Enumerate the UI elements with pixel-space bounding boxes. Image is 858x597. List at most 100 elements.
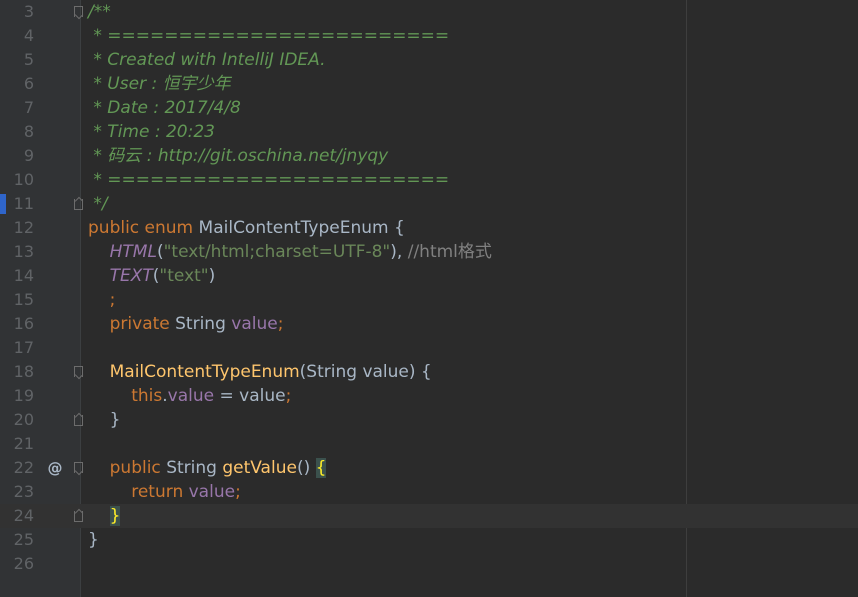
code-line[interactable]: 19 this.value = value; <box>0 384 858 408</box>
line-number: 21 <box>13 434 34 453</box>
line-number: 18 <box>13 362 34 381</box>
line-comment: //html格式 <box>407 242 492 262</box>
code-content[interactable]: } <box>88 528 99 552</box>
code-line[interactable]: 13 HTML("text/html;charset=UTF-8"), //ht… <box>0 240 858 264</box>
line-number: 19 <box>13 386 34 405</box>
code-content[interactable]: * User : 恒宇少年 <box>88 72 230 96</box>
code-line[interactable]: 24 } <box>0 504 858 528</box>
code-line[interactable]: 3 /** <box>0 0 858 24</box>
line-number: 3 <box>23 2 34 21</box>
line-number: 16 <box>13 314 34 333</box>
code-content[interactable]: * Time : 20:23 <box>88 120 215 144</box>
code-content[interactable]: * Created with IntelliJ IDEA. <box>88 48 326 72</box>
code-text: } <box>88 530 99 550</box>
code-content[interactable]: */ <box>88 192 108 216</box>
code-content[interactable]: private String value; <box>88 312 284 336</box>
fold-start-icon[interactable] <box>74 6 83 17</box>
code-content[interactable]: * 码云 : http://git.oschina.net/jnyqy <box>88 144 388 168</box>
code-content[interactable]: public String getValue() { <box>88 456 327 480</box>
code-line[interactable]: 20 } <box>0 408 858 432</box>
code-editor[interactable]: 3/** 4 * ======================== 5 * Crea… <box>0 0 858 597</box>
code-content[interactable]: public enum MailContentTypeEnum { <box>88 216 405 240</box>
code-line[interactable]: 23 return value; <box>0 480 858 504</box>
code-line[interactable]: 11 */ <box>0 192 858 216</box>
fold-start-icon[interactable] <box>74 462 83 473</box>
line-number: 26 <box>13 554 34 573</box>
code-content[interactable]: MailContentTypeEnum(String value) { <box>88 360 432 384</box>
code-line[interactable]: 26 <box>0 552 858 576</box>
line-number: 11 <box>13 194 34 213</box>
keyword-token: ; <box>285 386 292 406</box>
code-line[interactable]: 15 ; <box>0 288 858 312</box>
doc-comment-text: * Time : 20:23 <box>88 122 215 142</box>
code-line[interactable]: 6 * User : 恒宇少年 <box>0 72 858 96</box>
code-content[interactable]: } <box>88 408 121 432</box>
fold-end-icon[interactable] <box>74 511 83 522</box>
method-name: MailContentTypeEnum <box>109 362 300 382</box>
keyword-token: ; <box>109 290 116 310</box>
line-number: 17 <box>13 338 34 357</box>
keyword-token: public <box>109 458 167 478</box>
line-number: 15 <box>13 290 34 309</box>
fold-end-icon[interactable] <box>74 199 83 210</box>
method-name: getValue <box>222 458 297 478</box>
code-line[interactable]: 10 * ======================== <box>0 168 858 192</box>
doc-comment-text: * Date : 2017/4/8 <box>88 98 241 118</box>
code-content[interactable]: * ======================== <box>88 24 449 48</box>
doc-comment-text: /** <box>88 2 111 22</box>
code-line[interactable]: 18 MailContentTypeEnum(String value) { <box>0 360 858 384</box>
code-text: } <box>88 410 121 430</box>
line-number: 20 <box>13 410 34 429</box>
code-text: ( <box>156 242 164 262</box>
line-number: 22 <box>13 458 34 477</box>
doc-comment-text: */ <box>88 194 108 214</box>
keyword-token: private <box>109 314 176 334</box>
code-content[interactable]: HTML("text/html;charset=UTF-8"), //html格… <box>88 240 492 264</box>
code-content[interactable]: } <box>88 504 121 528</box>
code-line[interactable]: 12 public enum MailContentTypeEnum { <box>0 216 858 240</box>
line-number: 7 <box>23 98 34 117</box>
code-line[interactable]: 22 @ public String getValue() { <box>0 456 858 480</box>
code-content[interactable]: * Date : 2017/4/8 <box>88 96 241 120</box>
code-line[interactable]: 5 * Created with IntelliJ IDEA. <box>0 48 858 72</box>
code-text: ) <box>208 266 216 286</box>
code-content[interactable]: return value; <box>88 480 241 504</box>
fold-end-icon[interactable] <box>74 415 83 426</box>
code-line[interactable]: 9 * 码云 : http://git.oschina.net/jnyqy <box>0 144 858 168</box>
line-number: 4 <box>23 26 34 45</box>
code-line[interactable]: 16 private String value; <box>0 312 858 336</box>
line-number: 25 <box>13 530 34 549</box>
string-literal: "text" <box>159 266 209 286</box>
line-number: 23 <box>13 482 34 501</box>
field-token: value <box>231 314 278 334</box>
code-line[interactable]: 17 <box>0 336 858 360</box>
keyword-token: public enum <box>88 218 199 238</box>
code-line[interactable]: 4 * ======================== <box>0 24 858 48</box>
code-text: (String value) { <box>299 362 432 382</box>
code-content[interactable]: TEXT("text") <box>88 264 216 288</box>
doc-comment-text: * Created with IntelliJ IDEA. <box>88 50 326 70</box>
code-line[interactable]: 8 * Time : 20:23 <box>0 120 858 144</box>
code-content[interactable]: * ======================== <box>88 168 449 192</box>
code-line[interactable]: 21 <box>0 432 858 456</box>
fold-start-icon[interactable] <box>74 366 83 377</box>
code-line[interactable]: 25} <box>0 528 858 552</box>
code-line[interactable]: 14 TEXT("text") <box>0 264 858 288</box>
code-line[interactable]: 7 * Date : 2017/4/8 <box>0 96 858 120</box>
code-content[interactable]: this.value = value; <box>88 384 291 408</box>
string-literal: "text/html;charset=UTF-8" <box>163 242 391 262</box>
keyword-token: this <box>131 386 163 406</box>
code-content[interactable]: /** <box>88 0 111 24</box>
override-method-icon[interactable]: @ <box>47 456 63 480</box>
matched-brace: } <box>109 506 121 526</box>
keyword-token: return <box>131 482 189 502</box>
code-content[interactable]: ; <box>88 288 116 312</box>
line-number: 6 <box>23 74 34 93</box>
